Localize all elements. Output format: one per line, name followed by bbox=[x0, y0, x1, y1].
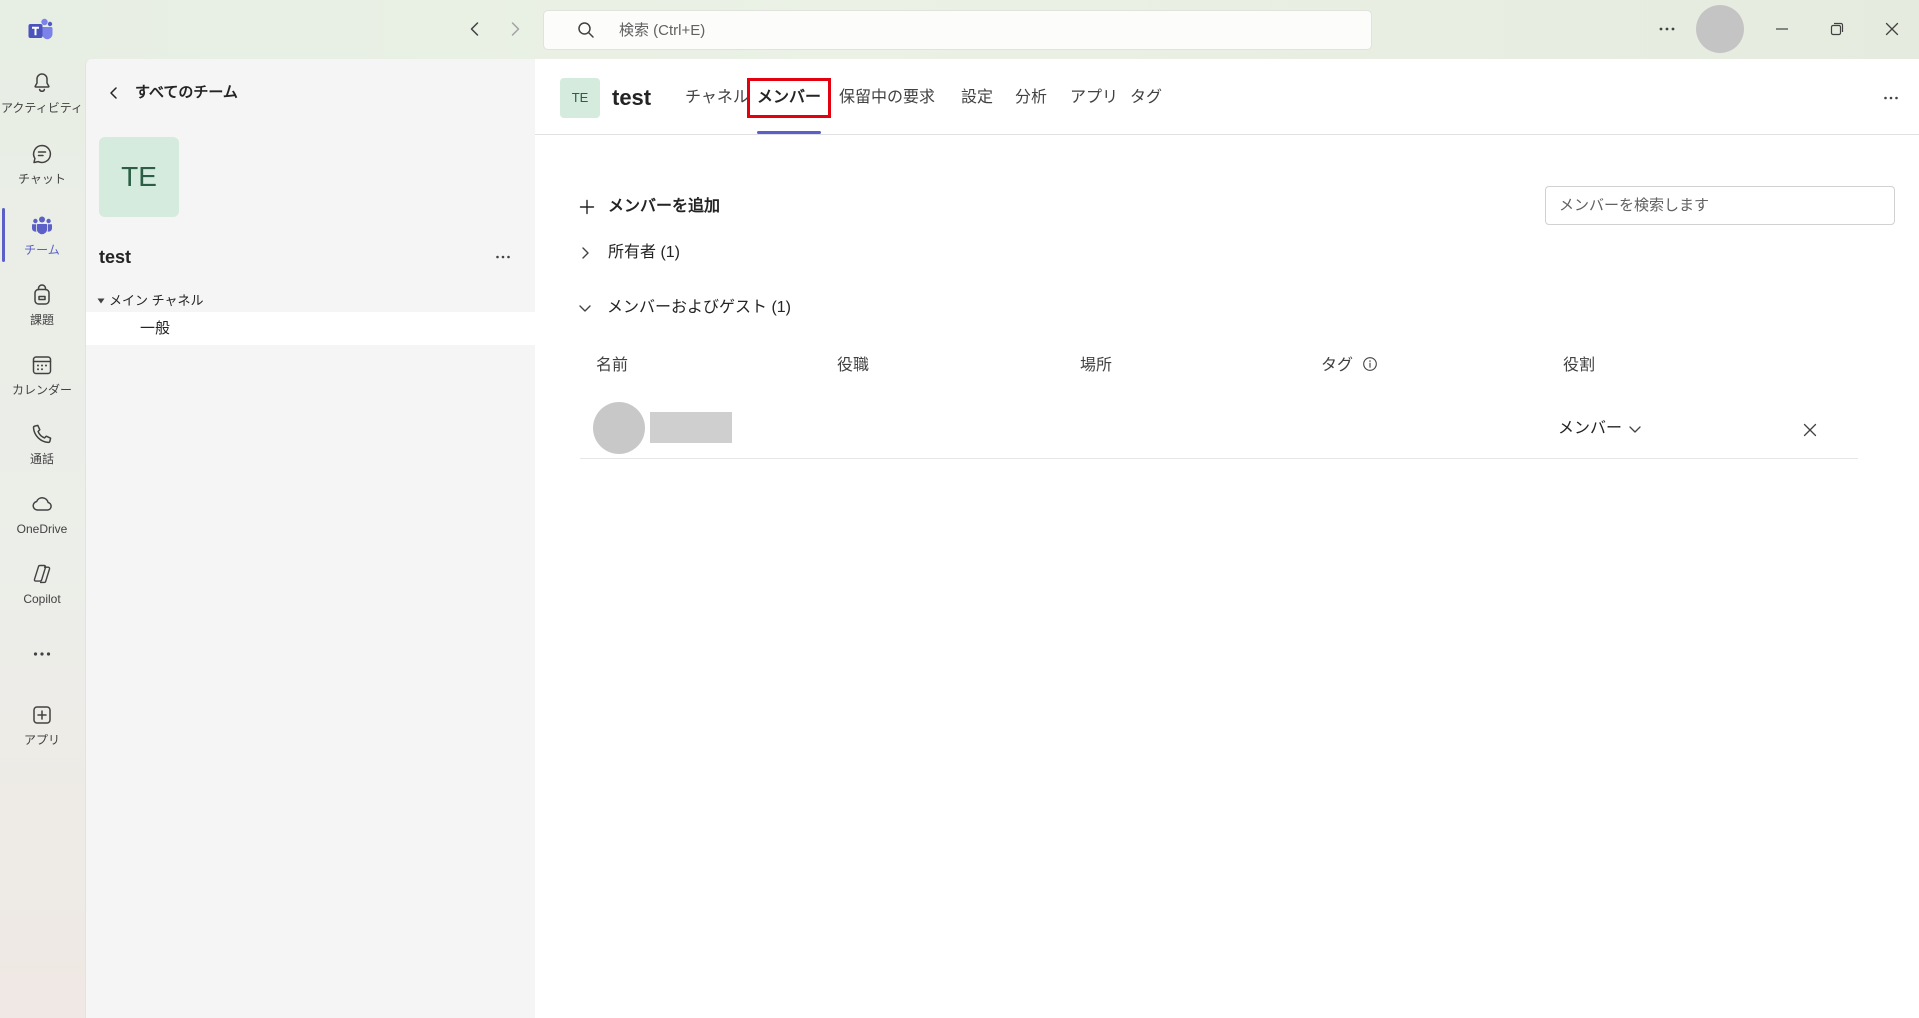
owners-section-toggle[interactable]: 所有者 (1) bbox=[575, 240, 775, 266]
search-icon bbox=[576, 20, 596, 40]
all-teams-back-button[interactable]: すべてのチーム bbox=[104, 81, 284, 105]
table-row[interactable]: メンバー bbox=[580, 389, 1858, 459]
chat-icon bbox=[30, 142, 54, 166]
restore-icon[interactable] bbox=[1829, 21, 1845, 37]
chevron-down-icon bbox=[577, 300, 593, 316]
rail-item-calendar[interactable]: カレンダー bbox=[0, 351, 84, 407]
channel-name: 一般 bbox=[140, 320, 171, 337]
add-app-icon bbox=[30, 703, 54, 727]
team-panel: すべてのチーム TE test メイン チャネル 一般 bbox=[85, 59, 536, 1018]
rail-item-label: チーム bbox=[24, 243, 60, 257]
tab-tags[interactable]: タグ bbox=[1130, 86, 1162, 110]
main-content: TE test チャネル メンバー 保留中の要求 設定 分析 アプリ タグ メン… bbox=[535, 59, 1919, 1018]
page-title: test bbox=[612, 85, 652, 110]
app-rail: アクティビティ チャット チーム 課題 カレンダー 通話 OneDrive Co… bbox=[0, 0, 84, 1018]
chevron-down-icon bbox=[1627, 421, 1643, 437]
user-avatar[interactable] bbox=[1696, 5, 1744, 53]
channel-group-label: メイン チャネル bbox=[109, 293, 204, 308]
role-dropdown[interactable]: メンバー bbox=[1558, 416, 1648, 440]
tab-settings[interactable]: 設定 bbox=[961, 86, 993, 110]
column-header-role[interactable]: 役割 bbox=[1563, 355, 1595, 377]
avatar bbox=[593, 402, 645, 454]
rail-item-activity[interactable]: アクティビティ bbox=[0, 69, 84, 125]
tab-pending-requests[interactable]: 保留中の要求 bbox=[839, 86, 935, 110]
column-header-tags[interactable]: タグ bbox=[1321, 355, 1353, 377]
column-header-title[interactable]: 役職 bbox=[837, 355, 869, 377]
add-member-button[interactable]: メンバーを追加 bbox=[575, 194, 735, 220]
more-horizontal-icon[interactable] bbox=[1881, 88, 1901, 108]
rail-item-assignments[interactable]: 課題 bbox=[0, 281, 84, 337]
team-avatar: TE bbox=[560, 78, 600, 118]
tab-analytics[interactable]: 分析 bbox=[1015, 86, 1047, 110]
rail-item-calls[interactable]: 通話 bbox=[0, 420, 84, 476]
remove-member-icon[interactable] bbox=[1802, 422, 1818, 438]
minimize-icon[interactable] bbox=[1774, 21, 1790, 37]
search-input[interactable] bbox=[543, 10, 1372, 50]
member-search-input[interactable] bbox=[1545, 186, 1895, 225]
rail-item-label: 通話 bbox=[29, 452, 54, 466]
chevron-right-icon bbox=[577, 245, 593, 261]
rail-item-label: OneDrive bbox=[16, 522, 68, 536]
team-avatar: TE bbox=[99, 137, 179, 217]
role-value: メンバー bbox=[1558, 420, 1623, 437]
chevron-left-icon bbox=[106, 85, 122, 101]
owners-section-label: 所有者 (1) bbox=[608, 244, 681, 261]
caret-down-icon bbox=[97, 297, 105, 305]
rail-item-label: アクティビティ bbox=[1, 101, 83, 115]
all-teams-label: すべてのチーム bbox=[135, 84, 238, 101]
member-name-redacted bbox=[650, 412, 732, 443]
more-horizontal-icon[interactable] bbox=[30, 642, 54, 666]
team-name: test bbox=[99, 247, 132, 267]
rail-item-label: チャット bbox=[18, 172, 66, 186]
rail-item-apps[interactable]: アプリ bbox=[0, 701, 84, 757]
phone-icon bbox=[30, 422, 54, 446]
copilot-icon bbox=[30, 562, 54, 586]
assignments-icon bbox=[30, 283, 54, 307]
rail-item-chat[interactable]: チャット bbox=[0, 140, 84, 196]
close-icon[interactable] bbox=[1884, 21, 1900, 37]
add-member-label: メンバーを追加 bbox=[608, 198, 721, 215]
column-header-name[interactable]: 名前 bbox=[596, 355, 628, 377]
tab-channels[interactable]: チャネル bbox=[685, 86, 749, 110]
channel-item[interactable]: 一般 bbox=[86, 312, 536, 345]
global-search[interactable] bbox=[543, 10, 1372, 50]
calendar-icon bbox=[30, 353, 54, 377]
bell-icon bbox=[30, 71, 54, 95]
rail-item-teams[interactable]: チーム bbox=[0, 211, 84, 267]
more-horizontal-icon[interactable] bbox=[493, 247, 513, 267]
member-search[interactable] bbox=[1545, 186, 1895, 225]
more-horizontal-icon[interactable] bbox=[1657, 19, 1677, 39]
rail-item-label: 課題 bbox=[29, 313, 54, 327]
members-section-toggle[interactable]: メンバーおよびゲスト (1) bbox=[575, 295, 835, 321]
rail-item-copilot[interactable]: Copilot bbox=[0, 560, 84, 616]
rail-item-label: カレンダー bbox=[11, 383, 72, 397]
column-header-location[interactable]: 場所 bbox=[1080, 355, 1112, 377]
rail-item-label: Copilot bbox=[23, 592, 61, 606]
info-icon[interactable] bbox=[1362, 356, 1378, 372]
chevron-left-icon[interactable] bbox=[465, 19, 485, 39]
title-bar bbox=[0, 0, 1919, 59]
chevron-right-icon[interactable] bbox=[505, 19, 525, 39]
tab-apps[interactable]: アプリ bbox=[1070, 86, 1118, 110]
active-rail-indicator bbox=[2, 208, 5, 262]
rail-item-onedrive[interactable]: OneDrive bbox=[0, 490, 84, 546]
teams-icon bbox=[30, 213, 54, 237]
highlight-box bbox=[747, 78, 831, 118]
plus-icon bbox=[579, 199, 595, 215]
rail-item-label: アプリ bbox=[23, 733, 60, 747]
members-section-label: メンバーおよびゲスト (1) bbox=[607, 299, 792, 316]
cloud-icon bbox=[30, 492, 54, 516]
channel-group-toggle[interactable]: メイン チャネル bbox=[94, 292, 294, 310]
header-divider bbox=[535, 134, 1919, 135]
